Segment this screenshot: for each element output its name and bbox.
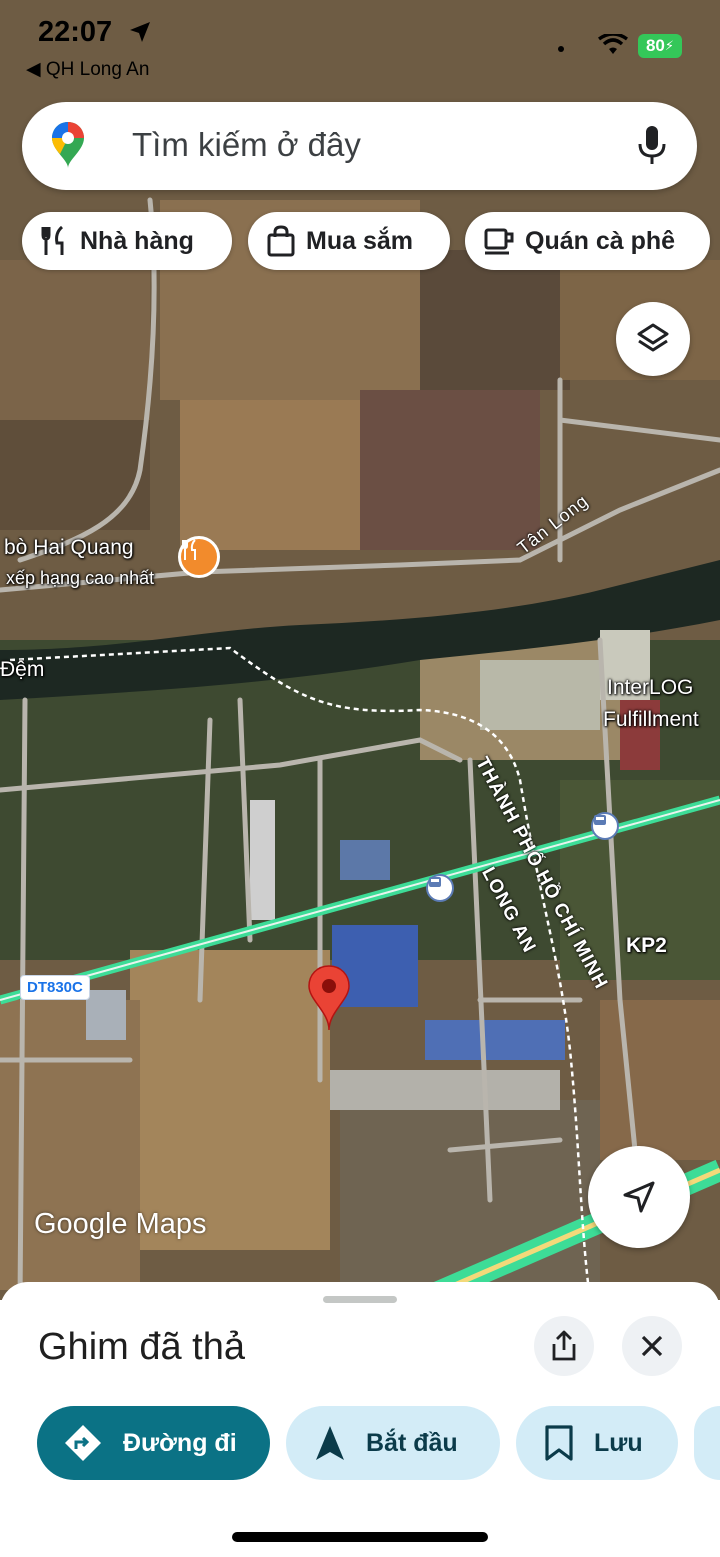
- shopping-bag-icon: [267, 225, 295, 257]
- bus-stop-marker[interactable]: [426, 874, 454, 902]
- start-label: Bắt đầu: [366, 1428, 458, 1457]
- chip-label: Mua sắm: [306, 226, 413, 255]
- share-button[interactable]: [534, 1316, 594, 1376]
- area-label-kp2: KP2: [626, 934, 667, 957]
- close-icon: [641, 1335, 663, 1357]
- place-name-label[interactable]: bò Hai Quang: [4, 536, 134, 560]
- google-maps-attribution: Google Maps: [34, 1208, 207, 1240]
- charging-icon: ⚡: [664, 38, 675, 53]
- bottom-sheet[interactable]: Ghim đã thả Đường đi Bắt đầu Lưu: [0, 1282, 720, 1557]
- battery-level: 80: [645, 36, 665, 55]
- directions-button[interactable]: Đường đi: [37, 1406, 270, 1480]
- start-button[interactable]: Bắt đầu: [286, 1406, 500, 1480]
- layers-button[interactable]: [616, 302, 690, 376]
- search-input[interactable]: Tìm kiếm ở đây: [132, 126, 361, 164]
- google-maps-logo-icon: [52, 122, 84, 168]
- chip-shopping[interactable]: Mua sắm: [248, 212, 450, 270]
- dropped-pin-icon[interactable]: [306, 964, 352, 1032]
- navigation-arrow-icon: [623, 1181, 655, 1213]
- directions-icon: [65, 1425, 101, 1461]
- bookmark-icon: [545, 1425, 573, 1461]
- fork-knife-icon: [182, 539, 196, 560]
- bus-icon: [429, 877, 441, 887]
- location-arrow-icon: [130, 22, 150, 42]
- share-icon: [552, 1330, 576, 1361]
- chip-label: Quán cà phê: [525, 226, 676, 255]
- satellite-imagery: [0, 0, 720, 1300]
- battery-indicator: 80 ⚡: [638, 34, 682, 58]
- poi-label-fulfillment[interactable]: Fulfillment: [603, 708, 699, 732]
- drag-handle[interactable]: [323, 1296, 397, 1303]
- directions-label: Đường đi: [123, 1428, 237, 1457]
- fork-knife-icon: [41, 225, 64, 255]
- navigation-arrow-icon: [316, 1426, 344, 1460]
- wifi-icon: [598, 34, 628, 54]
- layers-icon: [637, 323, 669, 352]
- more-actions-peek[interactable]: [694, 1406, 720, 1480]
- home-indicator: [232, 1532, 488, 1542]
- chip-coffee[interactable]: Quán cà phê: [465, 212, 710, 270]
- save-label: Lưu: [594, 1428, 643, 1457]
- sheet-title: Ghim đã thả: [38, 1326, 245, 1368]
- road-label-dem: Đệm: [0, 658, 45, 681]
- chip-label: Nhà hàng: [80, 226, 194, 255]
- status-time: 22:07: [38, 16, 113, 48]
- my-location-button[interactable]: [588, 1146, 690, 1248]
- route-shield: DT830C: [20, 975, 90, 1000]
- chip-restaurants[interactable]: Nhà hàng: [22, 212, 232, 270]
- bus-stop-marker[interactable]: [591, 812, 619, 840]
- restaurant-marker[interactable]: [178, 536, 220, 578]
- search-bar[interactable]: Tìm kiếm ở đây: [22, 102, 697, 190]
- bus-icon: [594, 815, 606, 825]
- save-button[interactable]: Lưu: [516, 1406, 678, 1480]
- map-canvas[interactable]: bò Hai Quang xếp hạng cao nhất Tân Long …: [0, 0, 720, 1300]
- coffee-cup-icon: [484, 228, 514, 255]
- back-to-app[interactable]: ◀ QH Long An: [26, 58, 149, 81]
- place-subtitle-label: xếp hạng cao nhất: [6, 568, 155, 588]
- signal-dot: [558, 46, 564, 52]
- poi-label-interlog[interactable]: InterLOG: [607, 676, 693, 700]
- microphone-icon[interactable]: [637, 124, 667, 166]
- close-button[interactable]: [622, 1316, 682, 1376]
